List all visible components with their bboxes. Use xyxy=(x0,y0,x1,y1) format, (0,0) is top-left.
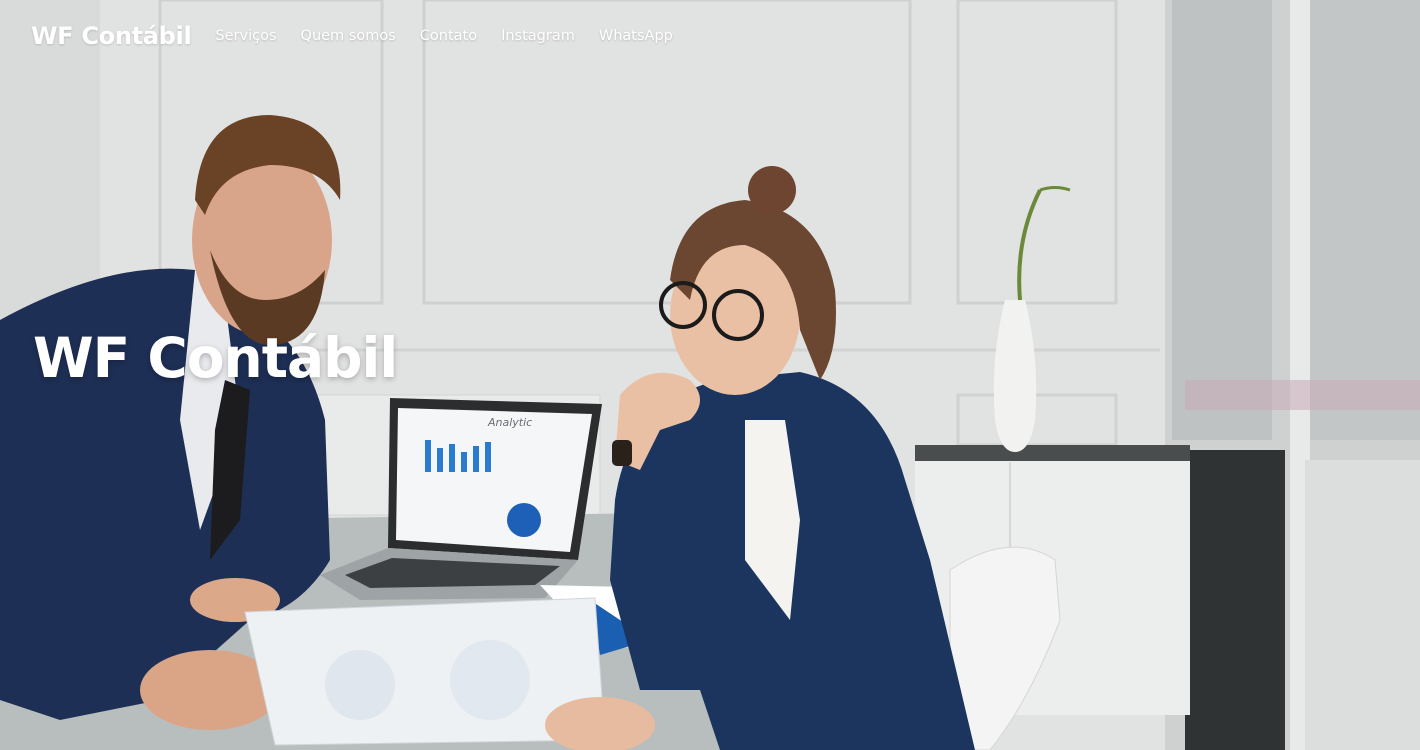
nav-link-servicos[interactable]: Serviços xyxy=(215,28,276,44)
nav-link-contato[interactable]: Contato xyxy=(420,28,477,44)
brand-logo-link[interactable]: WF Contábil xyxy=(31,22,192,50)
hero-section: Analytic WF Contábil Serviços Quem somos… xyxy=(0,0,1420,750)
laptop-screen-title: Analytic xyxy=(487,416,532,429)
hero-title: WF Contábil xyxy=(33,326,398,390)
nav-link-quem-somos[interactable]: Quem somos xyxy=(301,28,396,44)
nav-link-instagram[interactable]: Instagram xyxy=(501,28,575,44)
top-navbar: WF Contábil Serviços Quem somos Contato … xyxy=(0,0,1420,72)
nav-links: Serviços Quem somos Contato Instagram Wh… xyxy=(203,28,684,44)
nav-link-whatsapp[interactable]: WhatsApp xyxy=(599,28,673,44)
